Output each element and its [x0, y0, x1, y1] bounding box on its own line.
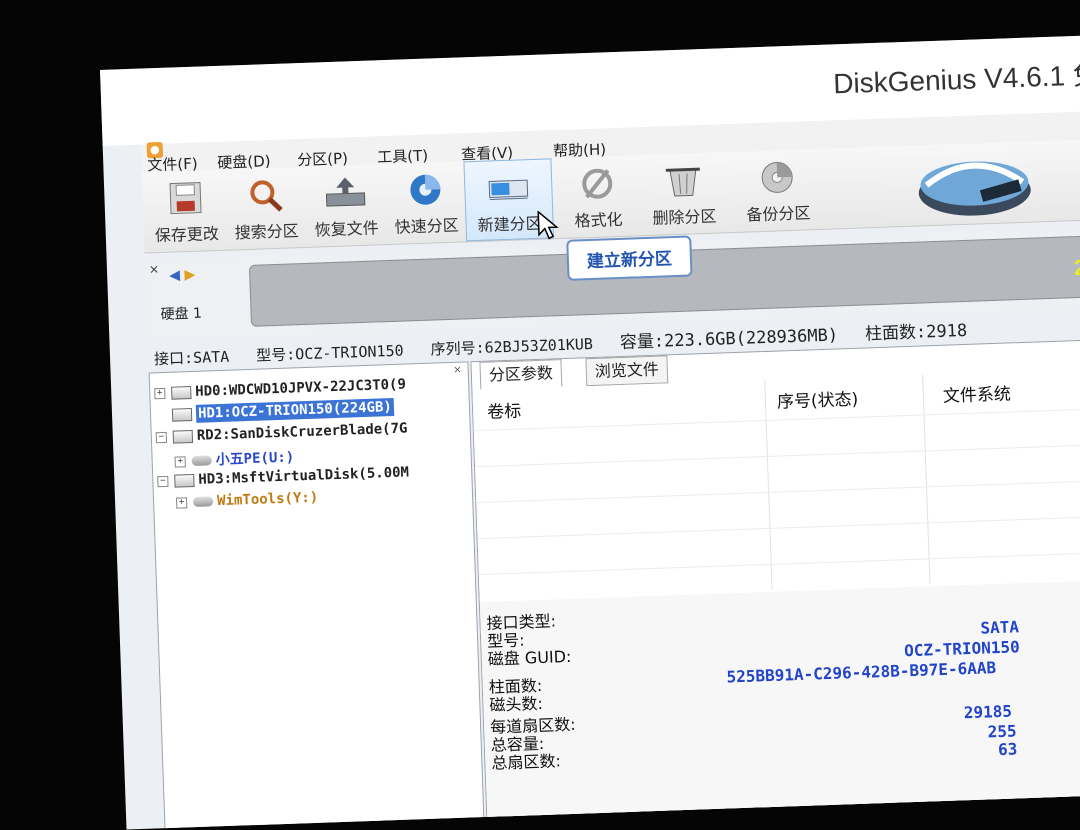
disk-label: 硬盘 1	[160, 305, 203, 324]
tab-partition-params[interactable]: 分区参数	[479, 359, 563, 390]
expand-icon	[155, 409, 166, 420]
disk-tree-panel: × + HD0:WDCWD10JPVX-22JC3T0(9 HD1:OCZ-TRI…	[148, 361, 485, 830]
new-partition-icon	[488, 179, 529, 200]
expand-icon[interactable]: +	[154, 387, 166, 399]
disk-cylinders: 柱面数:2918	[864, 320, 968, 345]
save-changes-icon	[169, 182, 202, 215]
param-label-total-sectors: 总扇区数:	[491, 751, 562, 773]
backup-partition-icon	[761, 161, 793, 193]
tree-panel-close-icon[interactable]: ×	[453, 365, 462, 376]
param-label-guid: 磁盘 GUID:	[487, 646, 572, 669]
hard-disk-icon	[171, 385, 192, 400]
backup-partition-button[interactable]: 备份分区	[733, 149, 822, 230]
delete-partition-button[interactable]: 删除分区	[639, 152, 728, 233]
collapse-icon[interactable]: −	[155, 431, 168, 443]
volume-icon	[192, 496, 214, 508]
expand-icon[interactable]: +	[175, 496, 188, 509]
param-value-cylinders: 29185	[963, 701, 1013, 723]
param-value-heads: 255	[987, 721, 1017, 742]
column-header-filesystem[interactable]: 文件系统	[942, 379, 1012, 406]
hard-disk-icon	[174, 473, 195, 488]
recover-files-button[interactable]: 恢复文件	[302, 164, 391, 245]
format-button[interactable]: 格式化	[553, 155, 642, 236]
disk-size-text: 22	[1073, 254, 1080, 281]
details-panel: 分区参数 浏览文件 卷标 序号(状态) 文件系统 接口类型: 型号: 磁盘 GU…	[470, 338, 1080, 830]
hard-disk-icon	[171, 407, 193, 422]
tree-item-volume-y[interactable]: + WimTools(Y:)	[175, 490, 319, 515]
tab-browse-files[interactable]: 浏览文件	[585, 355, 669, 387]
mouse-cursor-icon	[537, 210, 559, 240]
param-value-model: OCZ-TRION150	[903, 637, 1021, 661]
app-title: DiskGenius V4.6.1 免	[832, 59, 1080, 100]
column-header-label[interactable]: 卷标	[487, 397, 522, 423]
save-changes-button[interactable]: 保存更改	[142, 170, 231, 251]
disk-map-close-icon[interactable]: ×	[149, 262, 160, 276]
partition-table: 卷标 序号(状态) 文件系统	[472, 367, 1080, 601]
disk-params: 接口类型: 型号: 磁盘 GUID: 柱面数: 磁头数: 每道扇区数: 总容量:…	[479, 579, 1080, 830]
disk-serial: 序列号:62BJ53Z01KUB	[430, 334, 594, 359]
diskgenius-logo-icon	[918, 161, 1031, 216]
format-icon	[582, 168, 613, 199]
recover-files-icon	[325, 177, 366, 207]
expand-icon[interactable]: +	[174, 455, 186, 468]
screen: DiskGenius V4.6.1 免 ● 文件(F) 硬盘(D) 分区(P) …	[100, 35, 1080, 830]
column-header-index[interactable]: 序号(状态)	[776, 385, 859, 413]
disk-nav-arrows: ◀ ▶	[169, 267, 196, 284]
delete-partition-icon	[665, 167, 700, 197]
param-value-sectors: 63	[997, 739, 1018, 760]
disk-model: 型号:OCZ-TRION150	[255, 341, 404, 365]
new-partition-tooltip: 建立新分区	[566, 235, 693, 281]
volume-icon	[191, 455, 212, 467]
disk-interface: 接口:SATA	[153, 347, 230, 369]
prev-disk-icon[interactable]: ◀	[169, 267, 180, 283]
search-partition-icon	[250, 180, 283, 212]
hard-disk-icon	[172, 429, 194, 444]
param-value-guid: 525BB91A-C296-428B-B97E-6AAB	[726, 658, 997, 687]
next-disk-icon[interactable]: ▶	[184, 267, 195, 283]
collapse-icon[interactable]: −	[157, 475, 169, 487]
param-value-interface: SATA	[980, 617, 1020, 638]
quick-partition-icon	[410, 174, 441, 205]
quick-partition-button[interactable]: 快速分区	[381, 161, 470, 242]
search-partition-button[interactable]: 搜索分区	[222, 167, 311, 248]
tree-item-volume-u[interactable]: + 小五PE(U:)	[174, 446, 294, 470]
